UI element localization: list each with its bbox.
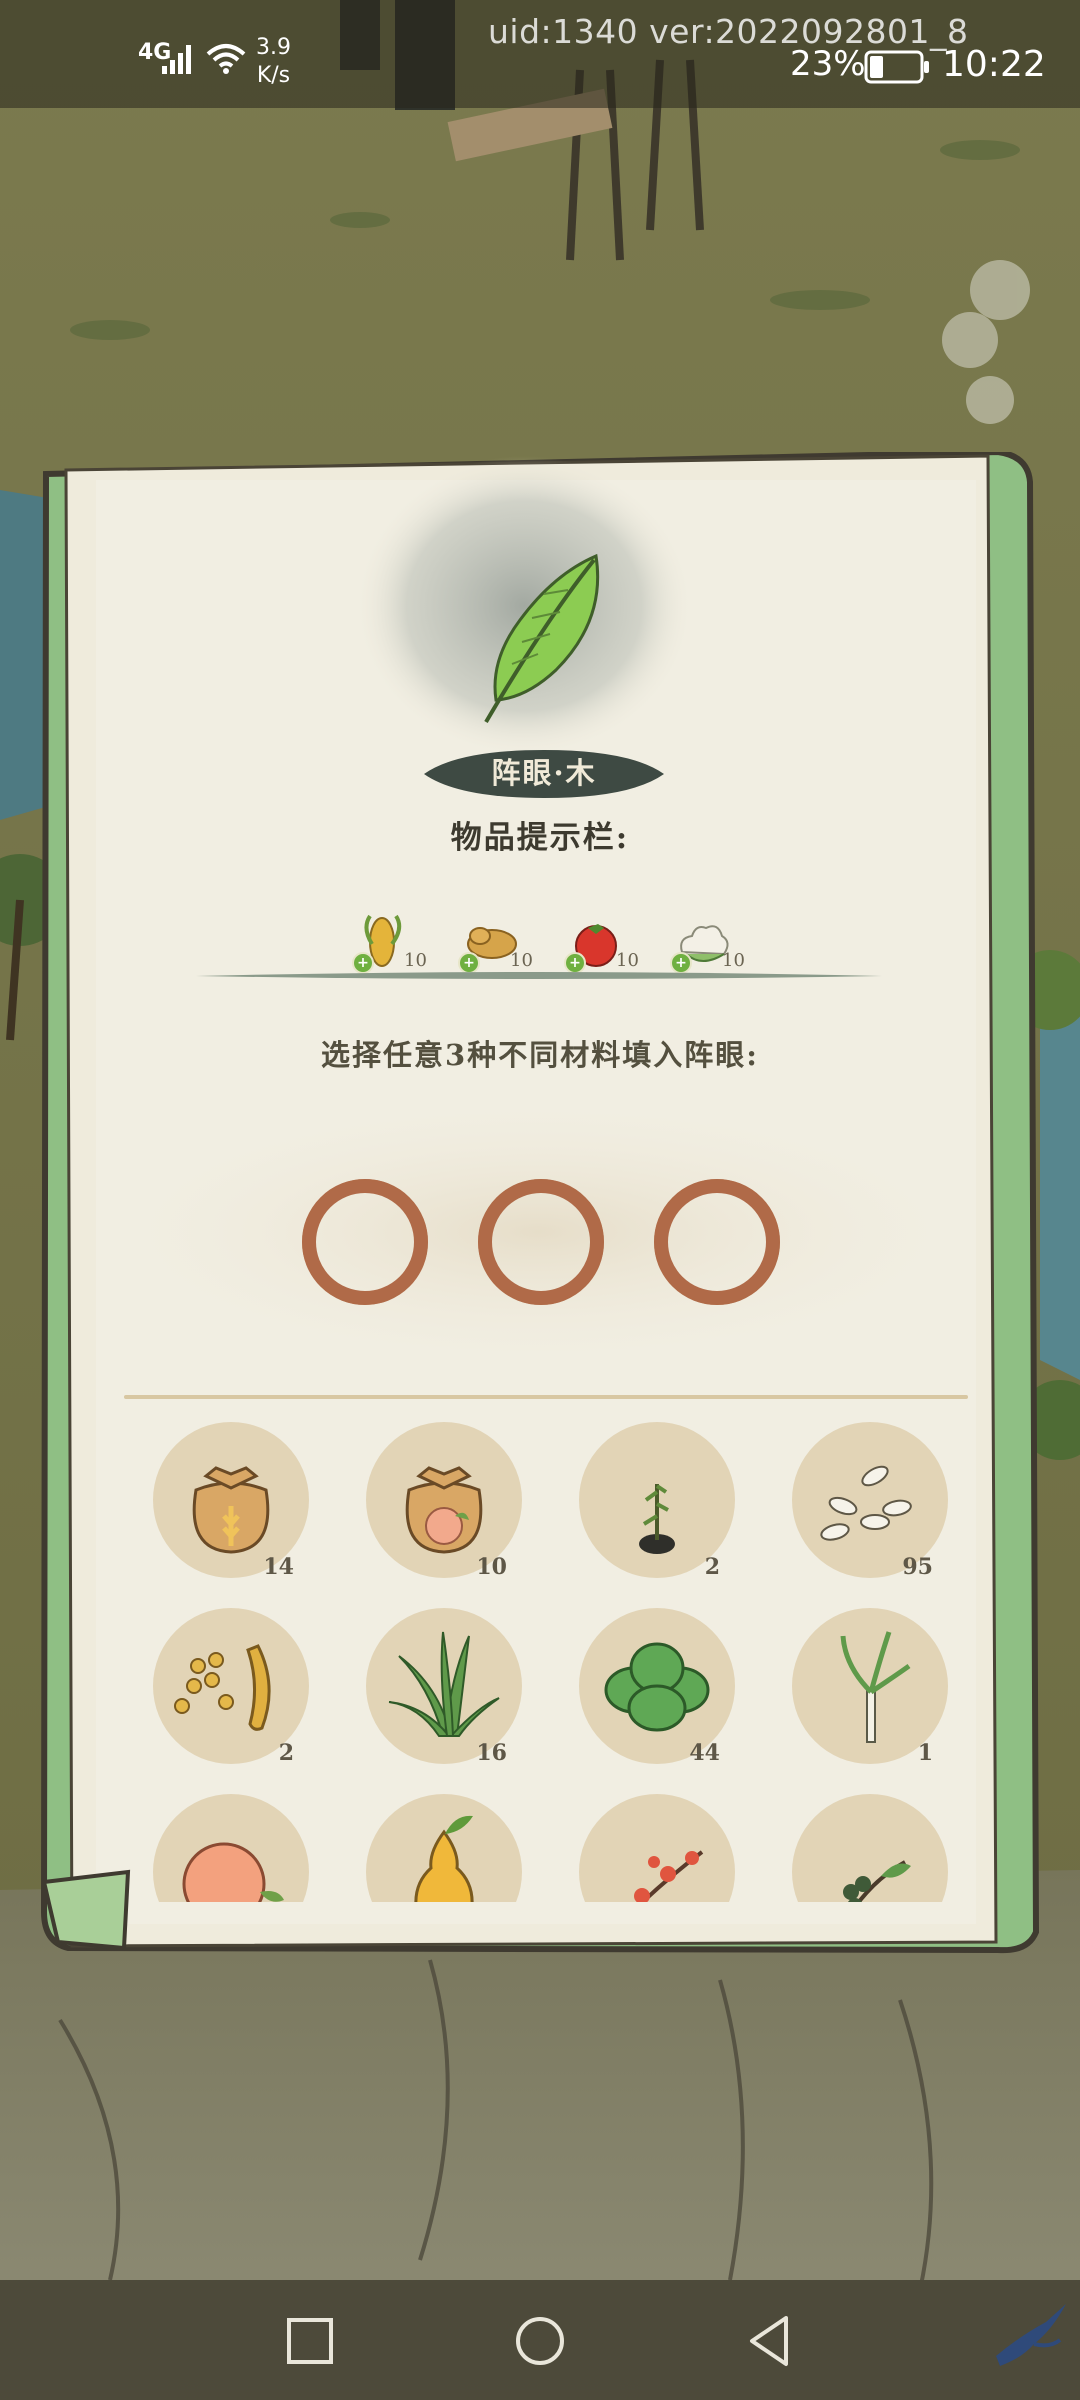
formation-slot-1[interactable] [296,1174,434,1310]
material-item[interactable] [359,1792,529,1902]
build-info: uid:1340 ver:2022092801_8 [488,12,969,51]
home-icon[interactable] [512,2310,568,2370]
material-item[interactable]: 16 [359,1606,529,1776]
instruction-text: 选择任意3种不同材料填入阵眼: [321,1038,759,1072]
recent-apps-icon[interactable] [284,2310,336,2370]
battery-icon [864,50,929,84]
hint-item-cauliflower[interactable]: + 10 [670,914,770,974]
back-icon[interactable] [742,2310,798,2370]
material-item[interactable]: 2 [572,1420,742,1590]
material-item[interactable] [146,1792,316,1902]
signal-icon [162,45,191,74]
material-item[interactable] [572,1792,742,1902]
wood-leaf-icon [484,553,600,724]
peach-icon [153,1794,309,1902]
material-item[interactable]: 44 [572,1606,742,1776]
material-item[interactable] [785,1792,955,1902]
hint-item-tomato[interactable]: + 10 [564,914,664,974]
swallow-floating-icon[interactable] [990,2300,1070,2370]
hint-title: 物品提示栏: [450,820,630,856]
network-speed: 3.9 K/s [256,35,291,88]
hint-item-corn[interactable]: + 10 [352,914,452,974]
material-item[interactable]: 1 [785,1606,955,1776]
materials-grid: 14 10 2 95 2 16 44 1 [120,1410,1000,1902]
berry-branch-icon [792,1794,948,1902]
battery-percent: 23% [790,44,866,84]
hint-divider [196,972,882,979]
material-item[interactable]: 10 [359,1420,529,1590]
formation-slot-3[interactable] [648,1174,786,1310]
element-name: 阵眼·木 [491,756,597,790]
pear-icon [366,1794,522,1902]
formation-slot-2[interactable] [472,1174,610,1310]
material-item[interactable]: 2 [146,1606,316,1776]
material-item[interactable]: 95 [785,1420,955,1590]
hint-item-potato[interactable]: + 10 [458,914,558,974]
status-bar: 4G 3.9 K/s uid:1340 ver:2022092801_8 23%… [0,0,1080,108]
plum-blossom-icon [579,1794,735,1902]
material-item[interactable]: 14 [146,1420,316,1590]
section-divider [124,1395,968,1399]
navigation-bar [0,2280,1080,2400]
clock: 10:22 [942,44,1046,85]
wifi-icon [206,44,246,74]
